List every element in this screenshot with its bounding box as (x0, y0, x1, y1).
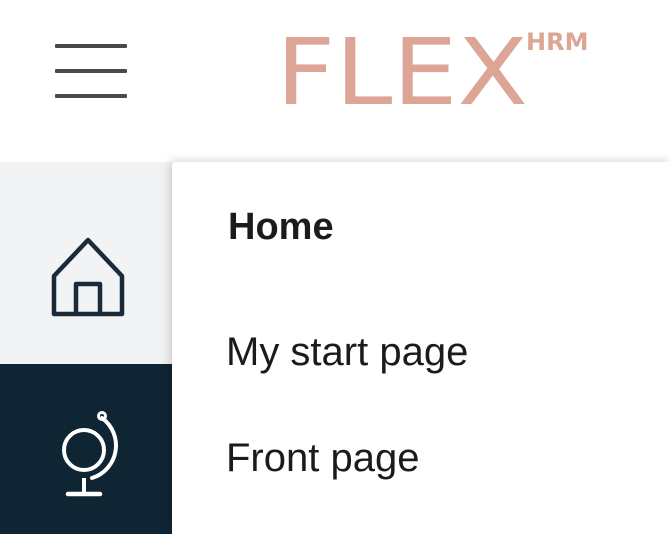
sidebar-item-globe[interactable] (0, 364, 172, 534)
home-icon (51, 237, 125, 317)
home-flyout-menu: Home My start page Front page (172, 162, 670, 534)
logo-text: FLEX (276, 24, 528, 114)
sidebar (0, 162, 172, 534)
flyout-title: Home (228, 206, 334, 248)
app-header: FLEX HRM (0, 0, 670, 162)
menu-item-front-page[interactable]: Front page (226, 436, 419, 481)
hamburger-icon (55, 44, 127, 98)
sidebar-item-home[interactable] (0, 162, 172, 364)
logo-superscript: HRM (526, 28, 588, 56)
flex-hrm-logo[interactable]: FLEX HRM (274, 19, 604, 126)
menu-item-my-start-page[interactable]: My start page (226, 330, 468, 375)
hamburger-menu-button[interactable] (52, 38, 130, 106)
globe-icon (62, 411, 118, 497)
